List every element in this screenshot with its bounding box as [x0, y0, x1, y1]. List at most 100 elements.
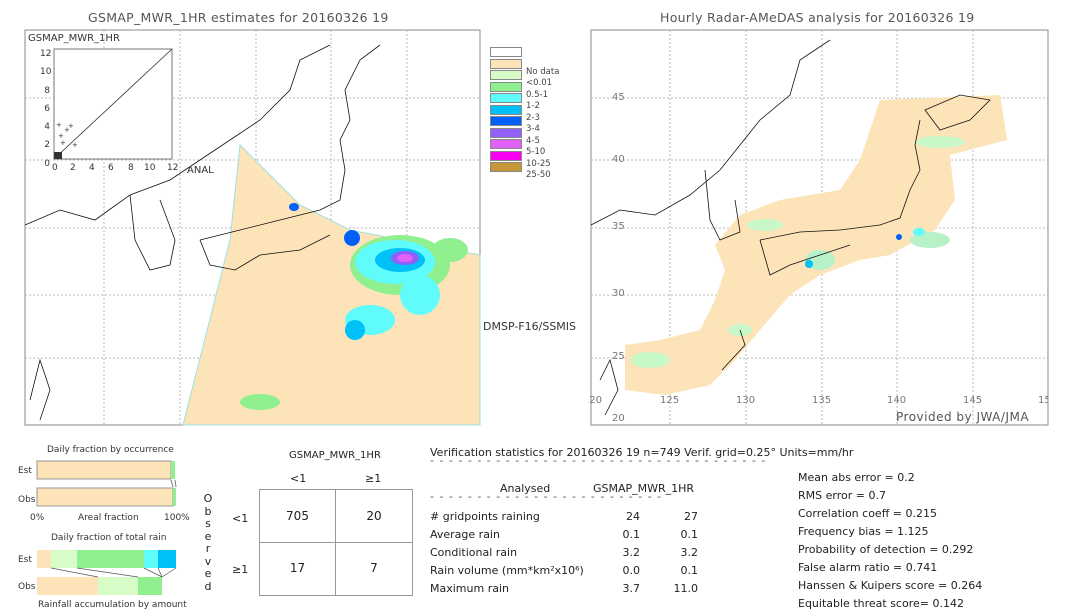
scatter-inset: ++ ++ ++	[53, 48, 173, 160]
col-header: ≥1	[365, 472, 382, 485]
row-header: ≥1	[232, 563, 249, 576]
total-rain-obs-bar	[37, 577, 162, 595]
axis-mid: Areal fraction	[78, 513, 139, 523]
score-item: Hanssen & Kuipers score = 0.264	[798, 579, 983, 592]
scatter-x-label: ANAL	[187, 165, 214, 176]
legend-swatch	[490, 70, 522, 80]
lon-label: 130	[736, 395, 756, 406]
stat-est: 27	[684, 510, 698, 523]
legend-label: 25-50	[526, 170, 551, 180]
stat-est: 11.0	[673, 582, 699, 595]
y-tick: 2	[44, 140, 50, 151]
lon-label: 135	[812, 395, 832, 406]
row-header: <1	[232, 512, 249, 525]
est-label: Est	[18, 555, 32, 565]
cell-hit: 7	[370, 561, 378, 575]
scatter-x-tick: 12	[167, 163, 179, 173]
lat-label: 25	[612, 351, 625, 362]
observed-label: Observed	[203, 492, 213, 593]
total-rain-title: Daily fraction of total rain	[51, 533, 167, 543]
scatter-x-tick: 0	[52, 163, 58, 173]
divider: - - - - - - - - - - - - - - - - - - - - …	[430, 454, 767, 467]
legend-swatch	[490, 58, 522, 69]
lon-label: 140	[887, 395, 907, 406]
svg-text:+: +	[68, 122, 74, 130]
axis-right: 100%	[164, 513, 190, 523]
satellite-label: DMSP-F16/SSMIS	[483, 320, 577, 333]
y-tick: 10	[40, 67, 52, 78]
occurrence-obs-bar	[36, 487, 176, 507]
stat-label: Conditional rain	[430, 546, 518, 559]
stat-label: Rain volume (mm*km²x10⁶)	[430, 564, 584, 577]
lat-label: 20	[612, 413, 625, 424]
y-tick: 6	[44, 103, 50, 114]
cell-miss: 17	[289, 561, 306, 575]
legend-swatch	[490, 162, 522, 172]
contingency-title: GSMAP_MWR_1HR	[289, 450, 381, 461]
svg-text:+: +	[56, 121, 62, 129]
lon-label: 120	[588, 395, 602, 406]
observed-letter: e	[204, 567, 212, 580]
legend-swatch	[490, 104, 522, 115]
score-item: RMS error = 0.7	[798, 489, 886, 502]
legend-label: 1-2	[526, 101, 540, 111]
right-map-title: Hourly Radar-AMeDAS analysis for 2016032…	[660, 10, 975, 25]
scatter-x-tick: 6	[108, 163, 114, 173]
stat-analysed: 0.0	[622, 564, 641, 577]
legend-swatch	[490, 127, 522, 138]
y-tick: 0	[44, 158, 50, 169]
cell-hit-none: 705	[286, 509, 309, 523]
legend-label: 4-5	[526, 135, 540, 146]
stat-analysed: 3.7	[622, 582, 641, 595]
legend-swatch	[490, 47, 522, 57]
legend-label: 0.5-1	[526, 89, 548, 100]
scatter-y-ticks: 12 10 8 6 4 2 0	[40, 45, 52, 173]
scatter-title: GSMAP_MWR_1HR	[28, 33, 120, 44]
score-item: False alarm ratio = 0.741	[798, 561, 938, 574]
score-item: Equitable threat score= 0.142	[798, 597, 964, 610]
lon-label: 150	[1038, 395, 1048, 406]
stat-label: Average rain	[430, 528, 500, 541]
legend-swatch	[490, 150, 522, 161]
scatter-x-tick: 8	[128, 163, 134, 173]
stat-label: # gridpoints raining	[430, 510, 540, 523]
legend-swatch	[490, 93, 522, 103]
score-item: Mean abs error = 0.2	[798, 471, 915, 484]
legend-label: <0.01	[526, 78, 553, 88]
score-item: Probability of detection = 0.292	[798, 543, 974, 556]
y-tick: 12	[40, 49, 52, 59]
svg-text:+: +	[60, 139, 66, 147]
svg-text:+: +	[72, 141, 78, 149]
stat-analysed: 0.1	[622, 528, 641, 541]
score-item: Frequency bias = 1.125	[798, 525, 929, 538]
score-item: Correlation coeff = 0.215	[798, 507, 937, 520]
legend-label: 10-25	[526, 158, 551, 169]
observed-letter: O	[203, 492, 213, 505]
legend-swatch	[490, 116, 522, 126]
observed-letter: s	[205, 517, 211, 530]
scatter-x-tick: 4	[89, 163, 95, 173]
divider: - - - - - - - - - - - - - - - - - - - - …	[430, 490, 663, 503]
y-tick: 8	[44, 85, 50, 96]
legend-label: 2-3	[526, 112, 540, 123]
stat-est: 0.1	[680, 564, 699, 577]
legend-swatch	[490, 139, 522, 149]
stat-est: 0.1	[680, 528, 699, 541]
observed-letter: r	[205, 542, 211, 555]
scatter-x-tick: 2	[70, 163, 76, 173]
occurrence-est-bar	[36, 460, 175, 480]
lat-label: 35	[612, 221, 625, 232]
legend-label: 5-10	[526, 147, 546, 157]
stat-analysed: 24	[626, 510, 640, 523]
lat-label: 45	[612, 92, 625, 103]
data-credit: Provided by JWA/JMA	[896, 410, 1030, 424]
cell-false-alarm: 20	[366, 509, 382, 523]
col-header: <1	[290, 472, 307, 485]
scatter-x-tick: 10	[144, 163, 156, 173]
lat-label: 30	[612, 288, 625, 299]
y-tick: 4	[44, 122, 50, 133]
lat-label: 40	[612, 154, 625, 165]
stat-analysed: 3.2	[622, 546, 641, 559]
contingency-grid: 705 20 17 7	[259, 489, 413, 596]
legend-label: No data	[526, 66, 560, 77]
